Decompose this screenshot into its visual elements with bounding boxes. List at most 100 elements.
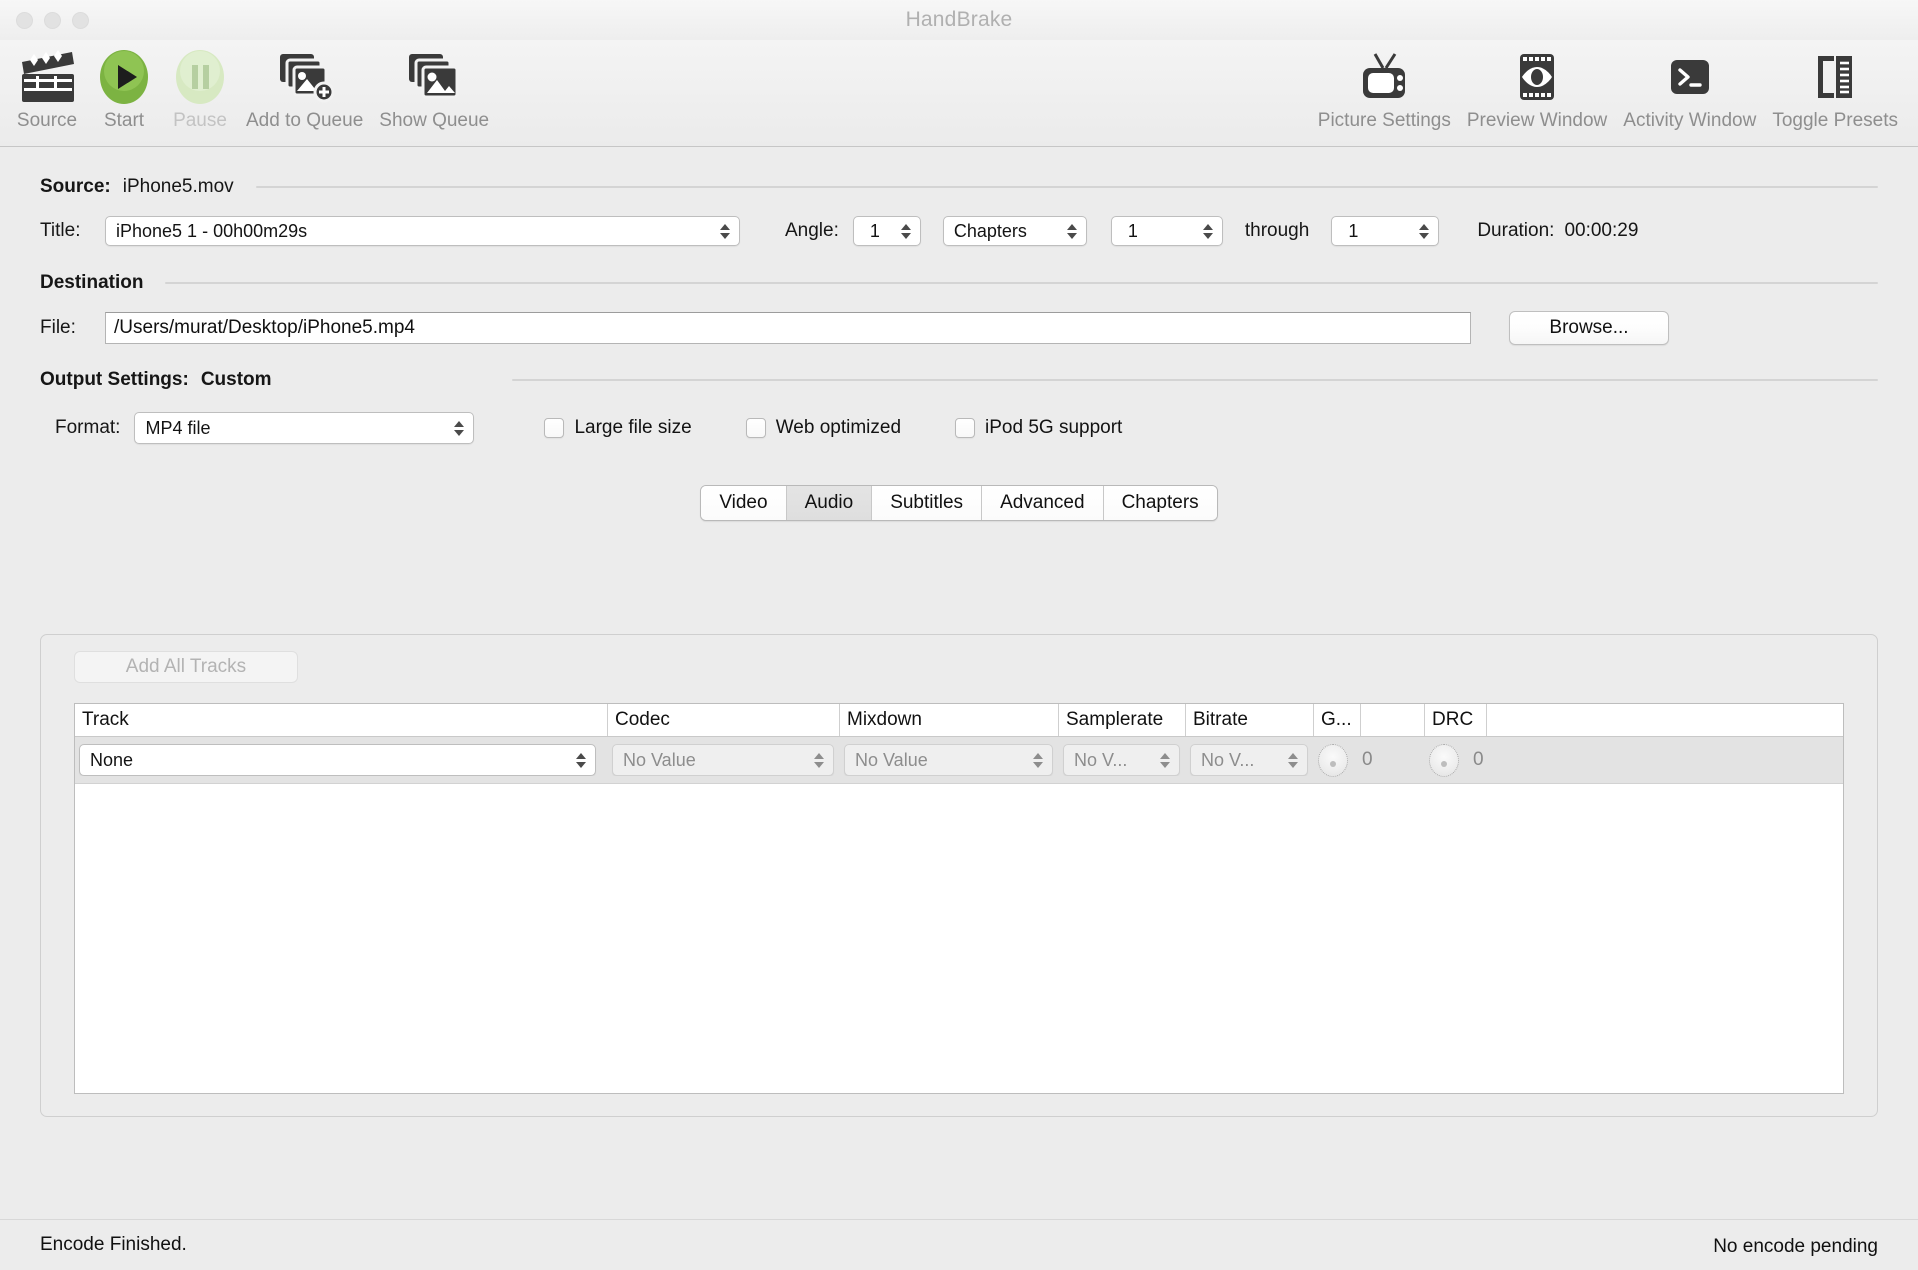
tab-advanced[interactable]: Advanced <box>982 486 1104 520</box>
format-row: Format: MP4 file Large file size Web opt… <box>0 403 1918 453</box>
toolbar-label-preview-window: Preview Window <box>1466 110 1608 131</box>
large-file-size-checkbox[interactable] <box>544 418 565 438</box>
range-end-select[interactable]: 1 <box>1331 216 1440 246</box>
title-select-value: iPhone5 1 - 00h00m29s <box>116 220 308 241</box>
codec-select-value: No Value <box>623 749 696 770</box>
chevron-updown-icon <box>453 418 465 438</box>
cell-drc: 0 <box>1425 743 1547 777</box>
toolbar-right-group: Picture Settings Preview Window Activity… <box>1310 46 1906 132</box>
toolbar-button-start[interactable]: Start <box>86 46 162 132</box>
large-file-size-label: Large file size <box>574 417 692 438</box>
pause-icon <box>171 46 229 108</box>
through-label: through <box>1244 220 1310 241</box>
ipod-5g-support-checkbox-row[interactable]: iPod 5G support <box>955 417 1122 439</box>
file-label: File: <box>40 317 76 338</box>
track-select[interactable]: None <box>79 744 596 776</box>
chevron-updown-icon <box>1202 221 1214 241</box>
column-header-track[interactable]: Track <box>75 704 608 736</box>
samplerate-select[interactable]: No V... <box>1063 744 1180 776</box>
angle-select[interactable]: 1 <box>852 216 921 246</box>
source-label: Source: <box>40 176 111 197</box>
large-file-size-checkbox-row[interactable]: Large file size <box>544 417 692 439</box>
range-type-select[interactable]: Chapters <box>942 216 1087 246</box>
angle-label: Angle: <box>785 220 839 241</box>
duration-value: 00:00:29 <box>1564 220 1639 241</box>
drc-value: 0 <box>1473 749 1484 770</box>
browse-button[interactable]: Browse... <box>1509 311 1669 345</box>
ipod-5g-support-checkbox[interactable] <box>955 418 976 438</box>
bitrate-select-value: No V... <box>1201 749 1255 770</box>
bitrate-select[interactable]: No V... <box>1190 744 1308 776</box>
cell-track: None <box>75 744 608 776</box>
toolbar-label-start: Start <box>103 110 145 131</box>
chevron-updown-icon <box>575 750 587 770</box>
terminal-icon <box>1661 46 1719 108</box>
title-bar: HandBrake <box>0 0 1918 40</box>
track-select-value: None <box>90 749 134 770</box>
output-settings-section-header: Output Settings: Custom <box>0 357 1918 403</box>
column-header-drc-value[interactable] <box>1487 704 1547 736</box>
tab-audio-label: Audio <box>804 492 854 513</box>
toolbar-button-picture-settings[interactable]: Picture Settings <box>1310 46 1459 132</box>
title-row: Title: iPhone5 1 - 00h00m29s Angle: 1 Ch… <box>0 209 1918 253</box>
column-header-gain-value[interactable] <box>1361 704 1425 736</box>
show-queue-icon <box>403 46 465 108</box>
chevron-updown-icon <box>1066 221 1078 241</box>
range-type-value: Chapters <box>953 220 1027 241</box>
gain-knob[interactable] <box>1318 743 1348 777</box>
web-optimized-checkbox[interactable] <box>745 418 766 438</box>
toolbar-label-toggle-presets: Toggle Presets <box>1772 110 1898 131</box>
television-icon <box>1355 46 1413 108</box>
toolbar-label-picture-settings: Picture Settings <box>1317 110 1451 131</box>
toolbar-button-toggle-presets[interactable]: Toggle Presets <box>1764 46 1906 132</box>
audio-tracks-table: Track Codec Mixdown Samplerate Bitrate G… <box>74 703 1844 1094</box>
column-header-bitrate[interactable]: Bitrate <box>1186 704 1314 736</box>
column-header-drc[interactable]: DRC <box>1425 704 1487 736</box>
handbrake-window: HandBrake Source Start Pause Add to Queu… <box>0 0 1918 1270</box>
chevron-updown-icon <box>1159 750 1171 770</box>
add-all-tracks-button[interactable]: Add All Tracks <box>74 651 298 683</box>
source-divider <box>255 186 1878 188</box>
status-bar: Encode Finished. No encode pending <box>0 1219 1918 1270</box>
drc-knob[interactable] <box>1429 743 1459 777</box>
web-optimized-checkbox-row[interactable]: Web optimized <box>745 417 902 439</box>
tab-video-label: Video <box>719 492 768 513</box>
samplerate-select-value: No V... <box>1074 749 1128 770</box>
toolbar-button-activity-window[interactable]: Activity Window <box>1615 46 1764 132</box>
tab-subtitles[interactable]: Subtitles <box>872 486 983 520</box>
format-select[interactable]: MP4 file <box>134 412 475 444</box>
toolbar-button-add-to-queue[interactable]: Add to Queue <box>238 46 371 132</box>
audio-table-header: Track Codec Mixdown Samplerate Bitrate G… <box>75 704 1843 737</box>
tab-audio[interactable]: Audio <box>786 486 873 520</box>
cell-samplerate: No V... <box>1059 744 1186 776</box>
toolbar-button-source[interactable]: Source <box>8 46 86 132</box>
column-header-codec[interactable]: Codec <box>608 704 840 736</box>
toolbar-button-preview-window[interactable]: Preview Window <box>1459 46 1615 132</box>
source-section-header: Source: iPhone5.mov <box>0 165 1918 209</box>
column-header-samplerate[interactable]: Samplerate <box>1059 704 1186 736</box>
toolbar-button-show-queue[interactable]: Show Queue <box>371 46 497 132</box>
chevron-updown-icon <box>1032 750 1044 770</box>
destination-heading: Destination <box>40 272 144 293</box>
destination-file-value: /Users/murat/Desktop/iPhone5.mp4 <box>114 317 415 338</box>
tab-chapters[interactable]: Chapters <box>1103 486 1217 520</box>
chevron-updown-icon <box>813 750 825 770</box>
destination-file-input[interactable]: /Users/murat/Desktop/iPhone5.mp4 <box>105 312 1471 344</box>
tab-chapters-label: Chapters <box>1121 492 1199 513</box>
range-start-value: 1 <box>1127 220 1138 241</box>
codec-select[interactable]: No Value <box>612 744 834 776</box>
tab-subtitles-label: Subtitles <box>890 492 964 513</box>
column-header-mixdown[interactable]: Mixdown <box>840 704 1059 736</box>
toolbar-label-pause: Pause <box>173 110 227 131</box>
toolbar-button-pause[interactable]: Pause <box>162 46 238 132</box>
destination-section-header: Destination <box>0 261 1918 305</box>
format-label: Format: <box>55 417 121 438</box>
tab-video[interactable]: Video <box>701 486 787 520</box>
web-optimized-label: Web optimized <box>775 417 902 438</box>
column-header-gain[interactable]: G... <box>1314 704 1361 736</box>
range-start-select[interactable]: 1 <box>1110 216 1223 246</box>
mixdown-select[interactable]: No Value <box>844 744 1053 776</box>
chevron-updown-icon <box>719 221 731 241</box>
title-label: Title: <box>40 220 81 241</box>
title-select[interactable]: iPhone5 1 - 00h00m29s <box>105 216 740 246</box>
